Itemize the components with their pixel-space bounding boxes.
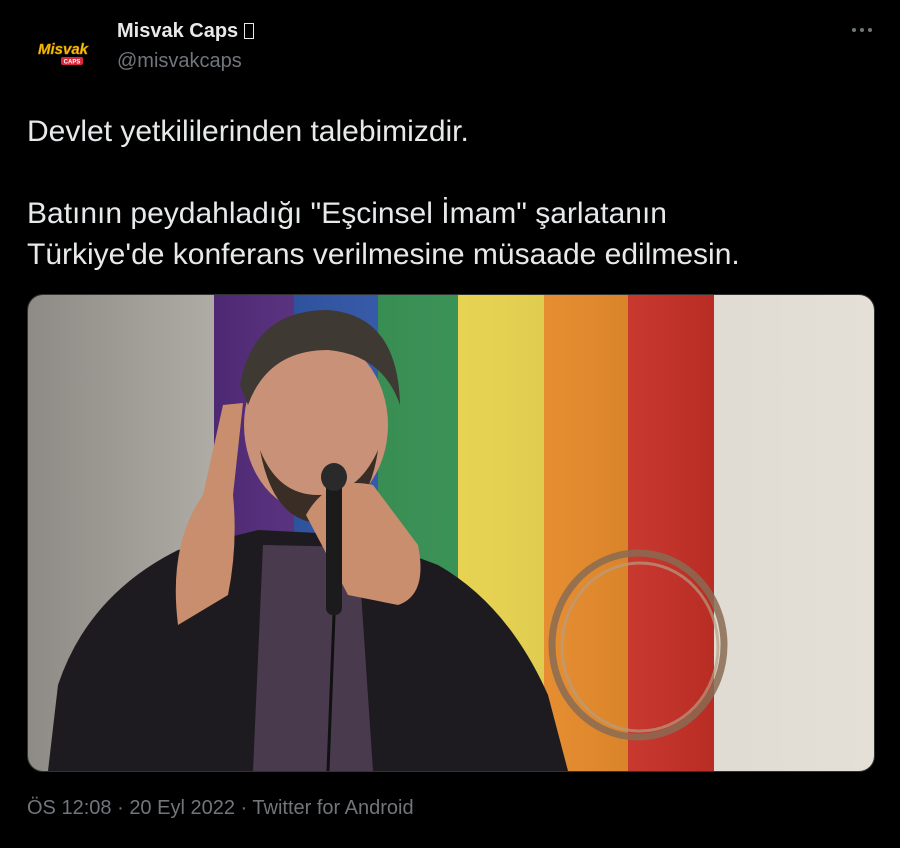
author-display-name[interactable]: Misvak Caps [117, 20, 255, 43]
tweet-source-link[interactable]: Twitter for Android [252, 797, 413, 819]
avatar[interactable]: Misvak CAPS [27, 16, 99, 88]
tweet-text: Devlet yetkililerinden talebimizdir. Bat… [27, 111, 877, 275]
meta-separator-1: · [117, 797, 124, 819]
photo-illustration [28, 295, 874, 771]
tweet-date[interactable]: 20 Eyl 2022 [129, 797, 235, 819]
avatar-logo-subtext: CAPS [64, 60, 81, 66]
author-handle[interactable]: @misvakcaps [117, 50, 242, 73]
meta-separator-2: · [240, 797, 248, 819]
tweet-card: Misvak CAPS Misvak Caps @misvakcaps Devl… [0, 0, 900, 848]
more-horizontal-icon[interactable] [846, 18, 878, 42]
missing-glyph-icon [244, 23, 255, 39]
tweet-photo[interactable] [27, 294, 875, 772]
avatar-logo-text: Misvak [38, 41, 89, 58]
tweet-meta: ÖS 12:08 · 20 Eyl 2022 · Twitter for And… [27, 797, 414, 820]
misvak-caps-logo: Misvak CAPS [27, 16, 99, 88]
tweet-line-1: Devlet yetkililerinden talebimizdir. [27, 115, 469, 148]
tweet-time[interactable]: ÖS 12:08 [27, 797, 112, 819]
tweet-line-2: Batının peydahladığı "Eşcinsel İmam" şar… [27, 197, 667, 230]
author-name-text[interactable]: Misvak Caps [117, 20, 238, 42]
tweet-line-3: Türkiye'de konferans verilmesine müsaade… [27, 238, 740, 271]
